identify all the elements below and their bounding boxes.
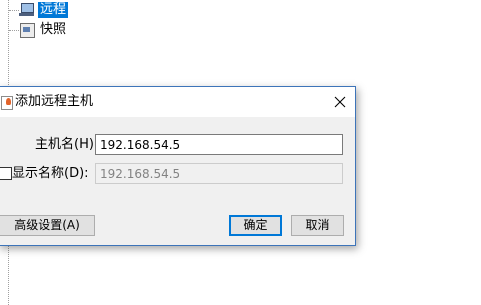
display-name-checkbox[interactable] (0, 167, 12, 180)
add-remote-host-dialog: 添加远程主机 主机名(H): 显示名称(D): 高级设置(A) 确定 取消 (0, 86, 356, 246)
host-name-label: 主机名(H): (35, 137, 99, 152)
host-name-input[interactable] (95, 134, 343, 155)
tree-connector-line (9, 10, 19, 11)
tree-item-label: 快照 (40, 22, 67, 37)
snapshot-icon (19, 23, 35, 38)
ok-button[interactable]: 确定 (229, 215, 282, 236)
close-button[interactable] (325, 87, 355, 117)
tree-item-label: 远程 (38, 2, 69, 18)
tree-item-remote[interactable]: 远程 (19, 1, 69, 19)
remote-computer-icon (19, 3, 35, 17)
app-icon (1, 96, 13, 110)
display-name-label[interactable]: 显示名称(D): (12, 166, 89, 182)
cancel-button[interactable]: 取消 (291, 215, 344, 236)
advanced-settings-button[interactable]: 高级设置(A) (0, 215, 95, 236)
dialog-titlebar[interactable]: 添加远程主机 (0, 87, 355, 117)
tree-connector-line (9, 30, 19, 31)
display-name-input (95, 163, 343, 184)
close-icon (334, 96, 346, 108)
dialog-title: 添加远程主机 (15, 94, 94, 109)
tree-item-snapshot[interactable]: 快照 (19, 21, 68, 39)
